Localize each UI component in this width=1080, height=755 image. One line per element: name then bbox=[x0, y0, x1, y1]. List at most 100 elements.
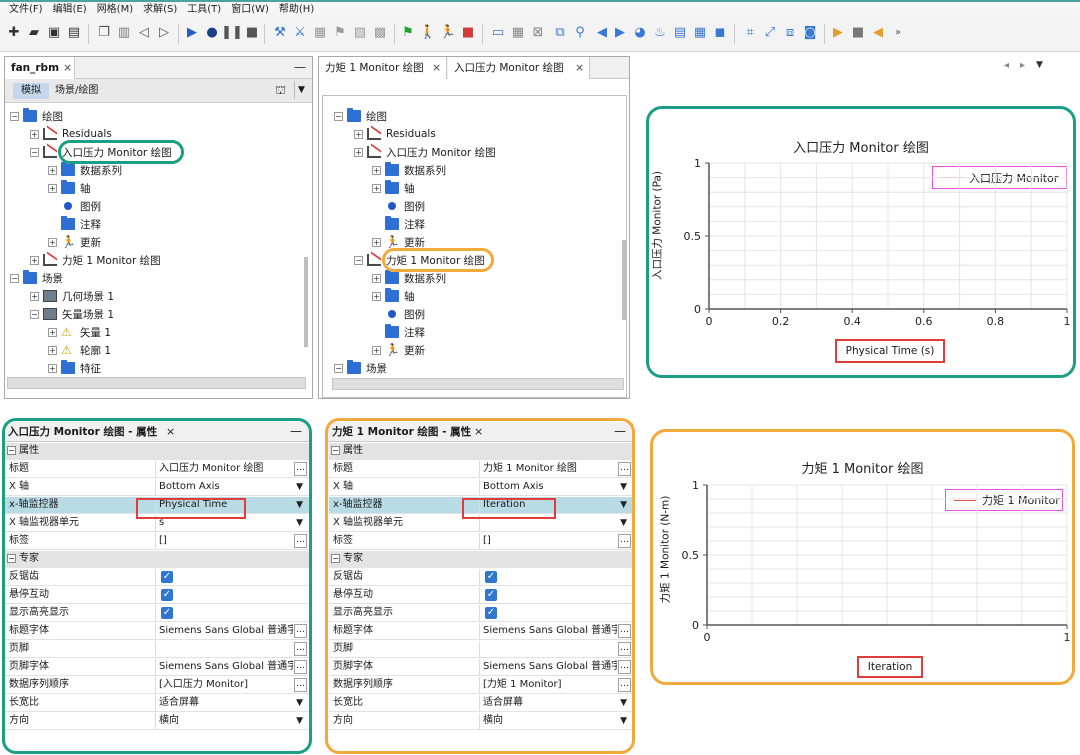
property-value[interactable]: Siemens Sans Global 普通字... bbox=[159, 659, 293, 675]
save-icon[interactable]: ▣ bbox=[46, 25, 62, 41]
property-value[interactable]: [力矩 1 Monitor] bbox=[483, 677, 617, 693]
checkbox[interactable]: ✓ bbox=[161, 571, 173, 583]
save-all-icon[interactable]: ▤ bbox=[66, 25, 82, 41]
walker-icon[interactable]: 🚶 bbox=[420, 25, 436, 41]
menu-edit[interactable]: 编辑(E) bbox=[48, 2, 92, 18]
tree-item-data-series[interactable]: + 数据系列 bbox=[372, 161, 446, 179]
tree-item-annotations[interactable]: 注释 bbox=[372, 323, 425, 341]
flag-icon[interactable]: ⚑ bbox=[400, 25, 416, 41]
property-row[interactable]: 标题字体 Siemens Sans Global 普通字...… bbox=[5, 623, 309, 640]
tab-torque-plot[interactable]: 力矩 1 Monitor 绘图 bbox=[319, 57, 447, 79]
property-value[interactable]: 入口压力 Monitor 绘图 bbox=[159, 461, 293, 477]
property-value[interactable]: Siemens Sans Global 普通字... bbox=[483, 623, 617, 639]
checkbox[interactable]: ✓ bbox=[161, 589, 173, 601]
tree-item-residuals[interactable]: + Residuals bbox=[30, 125, 112, 143]
ellipsis-button[interactable]: … bbox=[294, 642, 307, 656]
collapse-icon[interactable]: − bbox=[331, 554, 340, 563]
checkbox[interactable]: ✓ bbox=[485, 589, 497, 601]
property-value[interactable]: 力矩 1 Monitor 绘图 bbox=[483, 461, 617, 477]
tree-item-data-series[interactable]: + 数据系列 bbox=[372, 269, 446, 287]
checkbox[interactable]: ✓ bbox=[485, 571, 497, 583]
tree-item-torque-plot[interactable]: − 力矩 1 Monitor 绘图 bbox=[354, 251, 485, 269]
report-icon[interactable]: ▦ bbox=[692, 25, 708, 41]
property-row[interactable]: 页脚字体 Siemens Sans Global 普通字...… bbox=[329, 659, 633, 676]
close-icon[interactable]: × bbox=[474, 422, 483, 442]
tree-item-inlet-pressure-plot[interactable]: + 入口压力 Monitor 绘图 bbox=[354, 143, 496, 161]
dropdown-icon[interactable]: ▼ bbox=[296, 713, 303, 729]
ellipsis-button[interactable]: … bbox=[618, 534, 631, 548]
geometry-icon[interactable]: ▦ bbox=[312, 25, 328, 41]
play-icon[interactable]: ▶ bbox=[830, 25, 846, 41]
property-row[interactable]: 页脚字体 Siemens Sans Global 普通字...… bbox=[5, 659, 309, 676]
tree-item-torque-plot[interactable]: + 力矩 1 Monitor 绘图 bbox=[30, 251, 161, 269]
collapse-icon[interactable]: − bbox=[7, 446, 16, 455]
grid-icon[interactable]: ▦ bbox=[510, 25, 526, 41]
property-row[interactable]: 页脚… bbox=[329, 641, 633, 658]
copy-icon[interactable]: ❐ bbox=[96, 25, 112, 41]
property-row[interactable]: 专家 − bbox=[5, 551, 309, 568]
property-row[interactable]: X 轴监视器单元 ▼ bbox=[329, 515, 633, 532]
property-row[interactable]: 显示高亮显示 ✓ bbox=[329, 605, 633, 622]
dropdown-icon[interactable]: ▼ bbox=[620, 713, 627, 729]
hierarchy-icon[interactable]: ⛫ bbox=[275, 83, 286, 99]
collapse-icon[interactable]: − bbox=[7, 554, 16, 563]
dropdown-icon[interactable]: ▼ bbox=[294, 81, 308, 99]
ellipsis-button[interactable]: … bbox=[618, 624, 631, 638]
property-value[interactable]: 横向 bbox=[159, 713, 293, 729]
tree-item-plots[interactable]: − 绘图 bbox=[10, 107, 63, 125]
property-row[interactable]: x-轴监控器 Physical Time ▼ bbox=[5, 497, 309, 514]
tree-item-vector[interactable]: + ⚠ 矢量 1 bbox=[48, 323, 111, 341]
property-row[interactable]: 长宽比 适合屏幕 ▼ bbox=[5, 695, 309, 712]
scrollbar-thumb[interactable] bbox=[622, 240, 626, 320]
parts-icon[interactable]: ⚑ bbox=[332, 25, 348, 41]
pin-icon[interactable]: ⚲ bbox=[572, 25, 588, 41]
tree-item-axes[interactable]: + 轴 bbox=[372, 179, 415, 197]
property-value[interactable]: 适合屏幕 bbox=[483, 695, 617, 711]
property-row[interactable]: 页脚… bbox=[5, 641, 309, 658]
minimize-icon[interactable]: — bbox=[294, 57, 306, 77]
stop-square-icon[interactable]: ■ bbox=[460, 25, 476, 41]
property-value[interactable]: Siemens Sans Global 普通字... bbox=[483, 659, 617, 675]
arrow-right-icon[interactable]: ▶ bbox=[612, 25, 628, 41]
scene-icon[interactable]: ♨ bbox=[652, 25, 668, 41]
property-row[interactable]: x-轴监控器 Iteration ▼ bbox=[329, 497, 633, 514]
horizontal-scrollbar[interactable] bbox=[7, 377, 306, 389]
tree-item-scenes[interactable]: − 场景 bbox=[10, 269, 63, 287]
tree-item-update[interactable]: + 🏃 更新 bbox=[48, 233, 101, 251]
checkbox[interactable]: ✓ bbox=[161, 607, 173, 619]
collapse-icon[interactable]: − bbox=[331, 446, 340, 455]
property-value[interactable]: Bottom Axis bbox=[483, 479, 617, 495]
property-value[interactable]: s bbox=[159, 515, 293, 531]
property-row[interactable]: 反锯齿 ✓ bbox=[329, 569, 633, 586]
property-row[interactable]: 标题 力矩 1 Monitor 绘图… bbox=[329, 461, 633, 478]
stop-gray-icon[interactable]: ■ bbox=[850, 25, 866, 41]
dropdown-icon[interactable]: ▼ bbox=[620, 497, 627, 513]
property-row[interactable]: 专家 − bbox=[329, 551, 633, 568]
globe-icon[interactable]: ◕ bbox=[632, 25, 648, 41]
property-value[interactable]: Siemens Sans Global 普通字... bbox=[159, 623, 293, 639]
property-value[interactable]: Physical Time bbox=[159, 497, 293, 513]
property-row[interactable]: X 轴 Bottom Axis ▼ bbox=[329, 479, 633, 496]
property-row[interactable]: 标题字体 Siemens Sans Global 普通字...… bbox=[329, 623, 633, 640]
ellipsis-button[interactable]: … bbox=[294, 660, 307, 674]
tree-item-geometry-scene[interactable]: + 几何场景 1 bbox=[30, 287, 114, 305]
panel-icon[interactable]: ◼ bbox=[712, 25, 728, 41]
tree-item-plots[interactable]: − 绘图 bbox=[334, 107, 387, 125]
property-value[interactable]: [] bbox=[159, 533, 293, 549]
tree-item-update[interactable]: + 🏃 更新 bbox=[372, 341, 425, 359]
region-icon[interactable]: ▧ bbox=[352, 25, 368, 41]
property-row[interactable]: 悬停互动 ✓ bbox=[5, 587, 309, 604]
ellipsis-button[interactable]: … bbox=[294, 534, 307, 548]
tab-inlet-pressure-plot[interactable]: 入口压力 Monitor 绘图 bbox=[448, 57, 590, 79]
property-value[interactable]: Bottom Axis bbox=[159, 479, 293, 495]
tree-item-residuals[interactable]: + Residuals bbox=[354, 125, 436, 143]
close-icon[interactable]: × bbox=[166, 422, 175, 442]
boundary-icon[interactable]: ▩ bbox=[372, 25, 388, 41]
ellipsis-button[interactable]: … bbox=[618, 462, 631, 476]
tree-item-update[interactable]: + 🏃 更新 bbox=[372, 233, 425, 251]
dropdown-icon[interactable]: ▼ bbox=[620, 479, 627, 495]
layout-icon[interactable]: ⧈ bbox=[782, 25, 798, 41]
tree-item-axes[interactable]: + 轴 bbox=[372, 287, 415, 305]
property-row[interactable]: 数据序列顺序 [入口压力 Monitor]… bbox=[5, 677, 309, 694]
dropdown-icon[interactable]: ▼ bbox=[296, 515, 303, 531]
